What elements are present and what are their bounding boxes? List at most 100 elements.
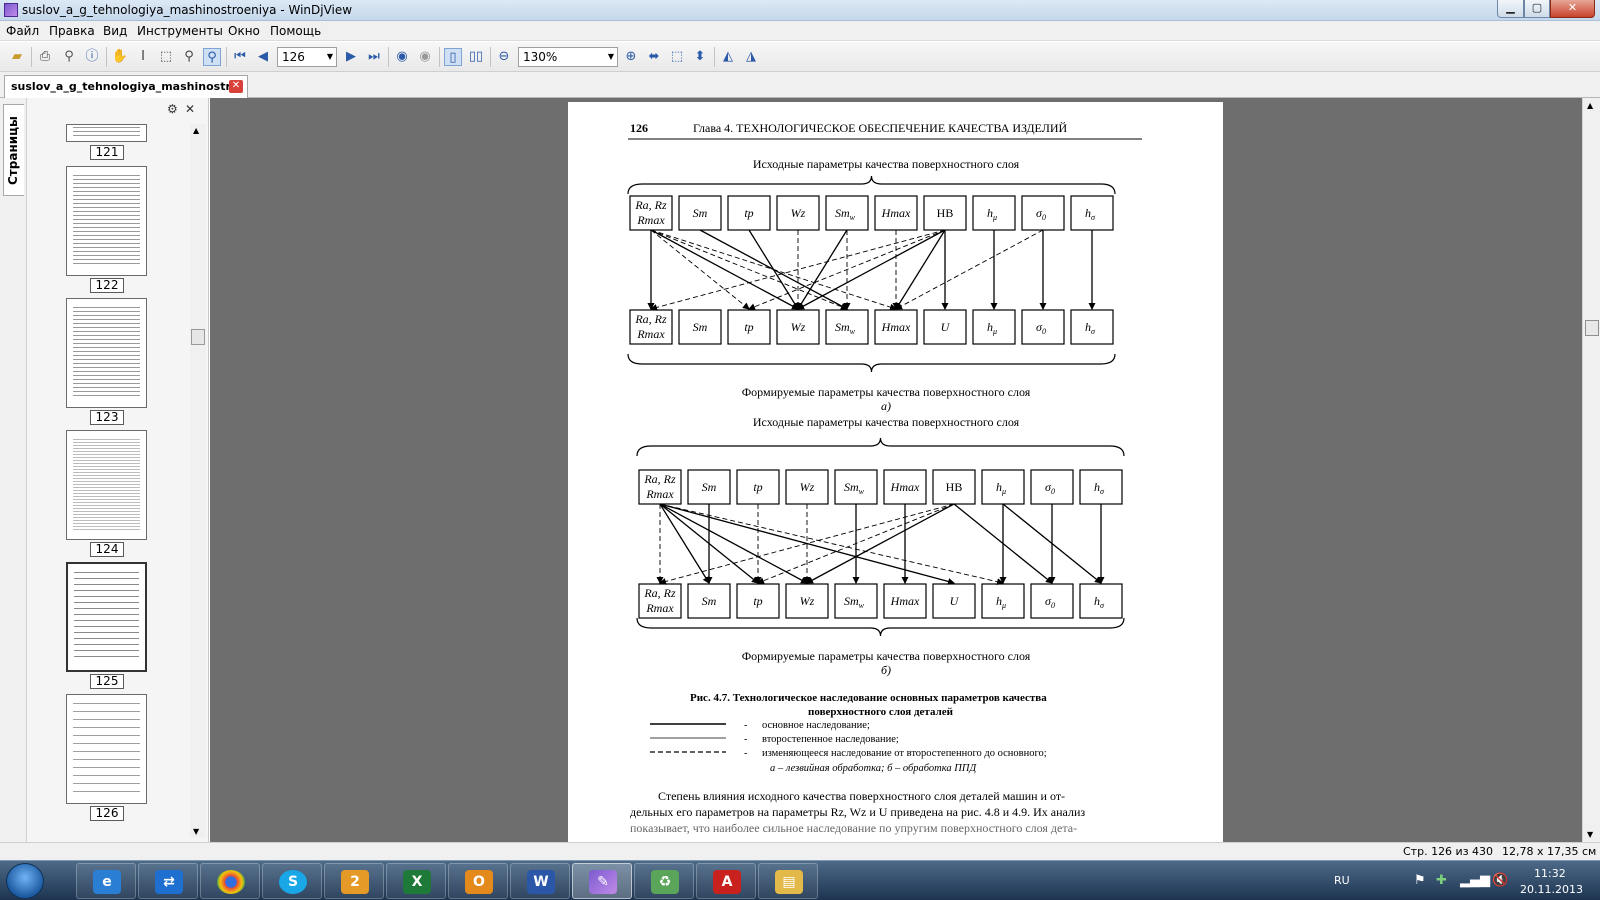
volume-muted-icon[interactable]: 🔇 [1492, 873, 1508, 888]
fit-width-icon[interactable]: ⬌ [645, 48, 663, 66]
legend-changing: изменяющееся наследование от второстепен… [762, 748, 1047, 759]
taskbar-app[interactable]: 2 [324, 863, 384, 899]
open-folder-icon[interactable]: ▰ [8, 48, 26, 66]
diagram-b: Исходные параметры качества поверхностно… [636, 415, 1125, 677]
source-param-box: Sm [678, 195, 722, 231]
settings-gear-icon[interactable]: ⚙ [167, 102, 178, 116]
forward-icon[interactable]: ◉ [416, 48, 434, 66]
taskbar-teamviewer[interactable]: ⇄ [138, 863, 198, 899]
menu-view[interactable]: Вид [103, 24, 127, 38]
first-page-icon[interactable]: ⏮ [231, 48, 249, 66]
taskbar-ie[interactable]: e [76, 863, 136, 899]
rotate-right-icon[interactable]: ◮ [742, 48, 760, 66]
document-tab[interactable]: suslov_a_g_tehnologiya_mashinostr... ✕ [4, 75, 248, 98]
taskbar-skype[interactable]: S [262, 863, 322, 899]
clock-date[interactable]: 20.11.2013 [1520, 883, 1583, 896]
thumbnail-scroll-thumb[interactable] [191, 329, 205, 345]
close-button[interactable]: ✕ [1550, 0, 1595, 18]
document-viewer[interactable]: 126 Глава 4. ТЕХНОЛОГИЧЕСКОЕ ОБЕСПЕЧЕНИЕ… [210, 98, 1582, 842]
text-select-icon[interactable]: I [134, 48, 152, 66]
scroll-down-icon[interactable]: ▼ [1587, 830, 1593, 839]
taskbar-recycle[interactable]: ♻ [634, 863, 694, 899]
language-indicator[interactable]: RU [1334, 874, 1350, 887]
minimize-button[interactable]: ▁ [1497, 0, 1524, 18]
zoom-select[interactable]: 130% ▼ [518, 47, 618, 67]
menu-help[interactable]: Помощь [270, 24, 321, 38]
thumbnail-scrollbar[interactable]: ▲ ▼ [190, 124, 206, 838]
body-text-line3: показывает, что наиболее сильное наследо… [630, 821, 1077, 835]
param-label: Ra, Rz Rmax [634, 312, 667, 341]
toolbar-separator [714, 47, 715, 67]
last-page-icon[interactable]: ⏭ [365, 48, 383, 66]
toolbar-separator [226, 47, 227, 67]
page-thumbnail[interactable] [66, 430, 147, 540]
scroll-down-icon[interactable]: ▼ [193, 827, 199, 836]
scroll-up-icon[interactable]: ▲ [1587, 101, 1593, 110]
page-thumbnail[interactable] [66, 562, 147, 672]
pages-sidebar-tab[interactable]: Страницы [3, 104, 24, 196]
inheritance-arrow [659, 503, 808, 584]
menu-tools[interactable]: Инструменты [137, 24, 223, 38]
taskbar-explorer[interactable]: ▤ [758, 863, 818, 899]
next-page-icon[interactable]: ▶ [342, 48, 360, 66]
network-icon[interactable]: ▂▄▆ [1460, 873, 1490, 888]
two-page-icon[interactable]: ▯▯ [467, 48, 485, 66]
scroll-up-icon[interactable]: ▲ [193, 126, 199, 135]
document-scroll-thumb[interactable] [1585, 320, 1599, 336]
back-icon[interactable]: ◉ [393, 48, 411, 66]
flag-icon[interactable]: ⚑ [1414, 873, 1426, 888]
find-icon[interactable]: ⚲ [60, 48, 78, 66]
source-param-box: Smw [825, 195, 869, 231]
prev-page-icon[interactable]: ◀ [254, 48, 272, 66]
zoom-out-icon[interactable]: ⊖ [495, 48, 513, 66]
param-label: U [941, 320, 951, 334]
document-tab-bar: suslov_a_g_tehnologiya_mashinostr... ✕ [0, 72, 1600, 98]
info-icon[interactable]: ⓘ [83, 48, 101, 66]
start-button[interactable] [6, 863, 44, 899]
status-bar: Стр. 126 из 430 12,78 x 17,35 см [0, 842, 1600, 860]
hand-tool-icon[interactable]: ✋ [111, 48, 129, 66]
single-page-icon[interactable]: ▯ [444, 48, 462, 66]
zoom-rect-icon[interactable]: ⚲ [203, 48, 221, 66]
zoom-in-icon[interactable]: ⊕ [622, 48, 640, 66]
maximize-button[interactable]: ▢ [1524, 0, 1550, 18]
menu-edit[interactable]: Правка [49, 24, 95, 38]
param-label: tp [753, 480, 762, 494]
page-thumbnail[interactable] [66, 166, 147, 276]
app-tray-icon[interactable]: ✚ [1436, 873, 1447, 888]
windows-taskbar: e ⇄ S 2 X O W ✎ ♻ A ▤ RU ⚑ ✚ ▂▄▆ 🔇 11:32… [0, 860, 1600, 900]
windjview-app-icon[interactable] [4, 3, 18, 17]
page-thumbnail[interactable] [66, 124, 147, 142]
actual-size-icon[interactable]: ⬍ [691, 48, 709, 66]
close-panel-icon[interactable]: ✕ [185, 102, 195, 116]
brace [627, 175, 1116, 195]
rect-select-icon[interactable]: ⬚ [157, 48, 175, 66]
taskbar-windjview[interactable]: ✎ [572, 863, 632, 899]
body-text-line1: Степень влияния исходного качества повер… [658, 789, 1065, 803]
page-content: 126 Глава 4. ТЕХНОЛОГИЧЕСКОЕ ОБЕСПЕЧЕНИЕ… [627, 121, 1142, 835]
taskbar-word[interactable]: W [510, 863, 570, 899]
taskbar-excel[interactable]: X [386, 863, 446, 899]
fit-page-icon[interactable]: ⬚ [668, 48, 686, 66]
taskbar-acrobat[interactable]: A [696, 863, 756, 899]
document-scrollbar[interactable]: ▲ ▼ [1582, 98, 1600, 842]
page-number-input[interactable]: 126 ▼ [277, 47, 337, 67]
result-param-box: Wz [785, 583, 829, 619]
inheritance-arrow [650, 229, 848, 311]
menu-window[interactable]: Окно [228, 24, 260, 38]
param-label: Sm [702, 480, 717, 494]
rotate-left-icon[interactable]: ◭ [719, 48, 737, 66]
page-thumbnail[interactable] [66, 298, 147, 408]
clock-time[interactable]: 11:32 [1534, 867, 1566, 880]
close-tab-icon[interactable]: ✕ [229, 80, 243, 93]
taskbar-outlook[interactable]: O [448, 863, 508, 899]
print-icon[interactable]: ⎙ [36, 48, 54, 66]
menu-file[interactable]: Файл [6, 24, 39, 38]
param-label: HB [946, 480, 963, 494]
thumbnail-label: 125 [90, 674, 124, 689]
page-thumbnail-current[interactable] [66, 694, 147, 804]
result-param-box: U [932, 583, 976, 619]
zoom-tool-icon[interactable]: ⚲ [180, 48, 198, 66]
taskbar-chrome[interactable] [200, 863, 260, 899]
document-page: 126 Глава 4. ТЕХНОЛОГИЧЕСКОЕ ОБЕСПЕЧЕНИЕ… [568, 102, 1223, 842]
